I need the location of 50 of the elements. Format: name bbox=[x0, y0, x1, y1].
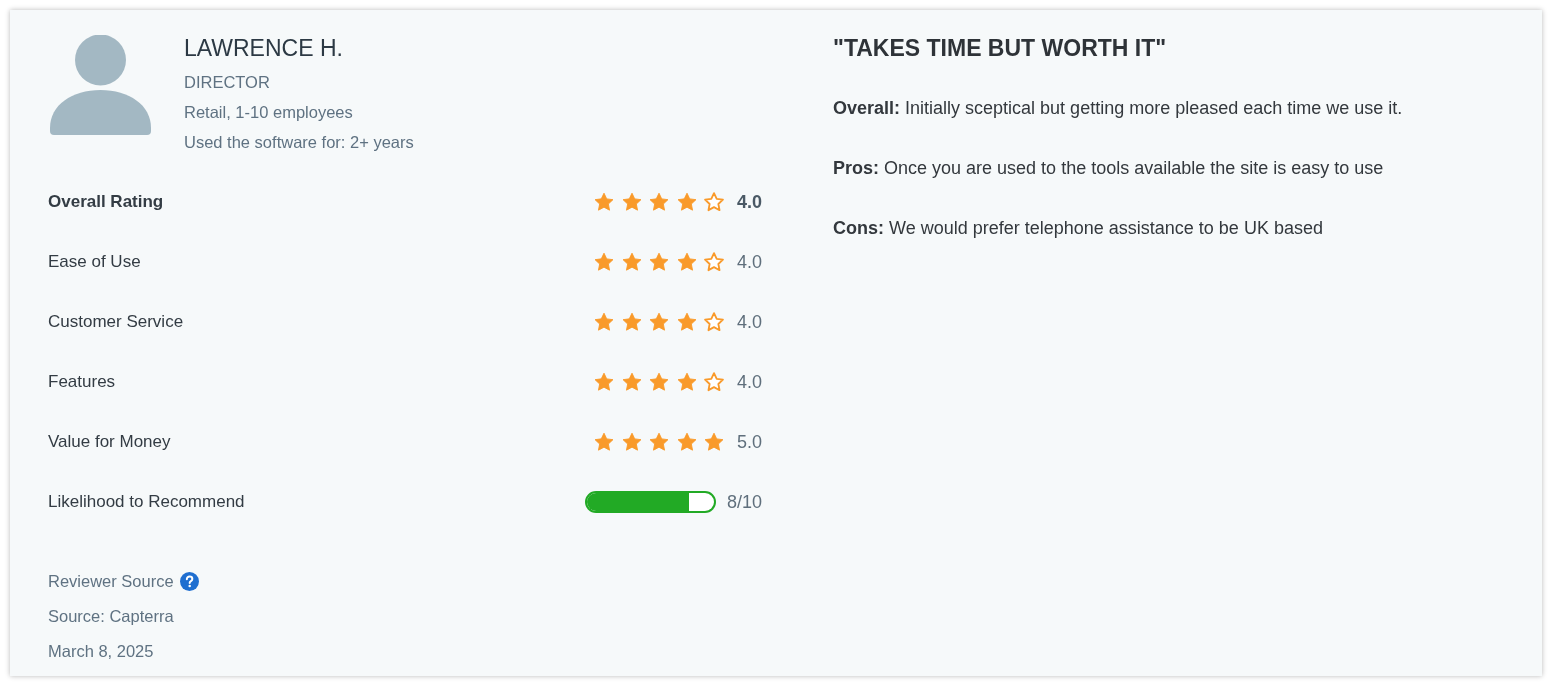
empty-star-icon bbox=[703, 191, 725, 213]
empty-star-icon bbox=[703, 311, 725, 333]
star-icon bbox=[648, 191, 670, 213]
star-icon bbox=[675, 311, 698, 333]
review-date: March 8, 2025 bbox=[48, 642, 154, 661]
star-icon bbox=[593, 311, 615, 333]
rating-value: 4.0 bbox=[736, 311, 762, 333]
review-paragraph: Cons: We would prefer telephone assistance to be UK based bbox=[833, 217, 1324, 240]
star-icon bbox=[675, 371, 698, 393]
help-icon[interactable] bbox=[179, 572, 199, 591]
star-icon bbox=[703, 431, 725, 453]
star-icon bbox=[648, 251, 670, 273]
star-icon bbox=[620, 251, 643, 273]
rating-value: 5.0 bbox=[736, 431, 762, 453]
review-paragraph: Pros: Once you are used to the tools available the site is easy to use bbox=[833, 157, 1385, 180]
rating-value: 8/10 bbox=[726, 491, 762, 513]
star-icon bbox=[593, 431, 615, 453]
rating-label: Features bbox=[48, 372, 116, 392]
star-icon bbox=[593, 371, 615, 393]
star-icon bbox=[620, 311, 643, 333]
star-icon bbox=[675, 431, 698, 453]
star-icon bbox=[648, 371, 670, 393]
rating-value: 4.0 bbox=[736, 191, 762, 213]
star-icon bbox=[648, 431, 670, 453]
rating-label: Customer Service bbox=[48, 312, 184, 332]
usage-duration: Used the software for: 2+ years bbox=[184, 132, 414, 153]
rating-label: Likelihood to Recommend bbox=[48, 492, 245, 512]
reviewer-role: DIRECTOR bbox=[184, 72, 271, 93]
source-name: Source: Capterra bbox=[48, 607, 174, 626]
empty-star-icon bbox=[703, 251, 725, 273]
star-icon bbox=[675, 251, 698, 273]
rating-value: 4.0 bbox=[736, 371, 762, 393]
reviewer-source-label: Reviewer Source bbox=[48, 572, 174, 591]
rating-label: Ease of Use bbox=[48, 252, 141, 272]
rating-label: Overall Rating bbox=[48, 192, 164, 212]
star-icon bbox=[593, 251, 615, 273]
user-silhouette-icon bbox=[50, 35, 151, 135]
reviewer-name: LAWRENCE H. bbox=[184, 34, 344, 63]
reviewer-company: Retail, 1-10 employees bbox=[184, 102, 354, 123]
star-icon bbox=[620, 371, 643, 393]
rating-label: Value for Money bbox=[48, 432, 171, 452]
star-icon bbox=[648, 311, 670, 333]
rating-value: 4.0 bbox=[736, 251, 762, 273]
star-icon bbox=[620, 431, 643, 453]
review-title: "TAKES TIME BUT WORTH IT" bbox=[833, 34, 1168, 63]
review-paragraph: Overall: Initially sceptical but getting more pleased each time we use it. bbox=[833, 97, 1404, 120]
empty-star-icon bbox=[703, 371, 725, 393]
star-icon bbox=[593, 191, 615, 213]
star-icon bbox=[675, 191, 698, 213]
star-icon bbox=[620, 191, 643, 213]
